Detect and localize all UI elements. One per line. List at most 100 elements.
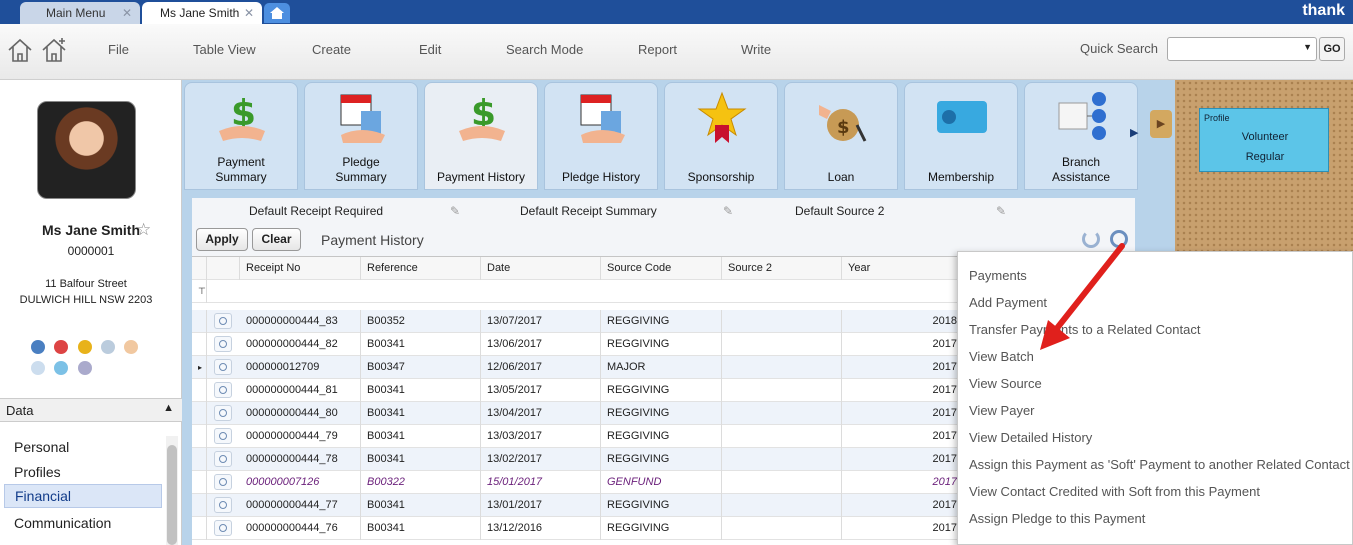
column-header[interactable]: Year bbox=[842, 257, 962, 280]
filter-icon[interactable]: ⊤ bbox=[192, 280, 207, 303]
data-section-header[interactable]: Data ▲ bbox=[0, 398, 182, 422]
tile-payment-history[interactable]: $ Payment History bbox=[424, 82, 538, 190]
home-icon[interactable] bbox=[6, 36, 34, 64]
edit-pencil-icon[interactable]: ✎ bbox=[996, 204, 1006, 218]
home-tab-icon[interactable] bbox=[264, 3, 290, 23]
menu-file[interactable]: File bbox=[108, 42, 129, 57]
profile-card[interactable]: Profile Volunteer Regular bbox=[1199, 108, 1329, 172]
loan-mini-icon[interactable] bbox=[101, 340, 116, 354]
view-record-icon[interactable] bbox=[214, 520, 232, 536]
money-hand-icon: $ bbox=[219, 93, 265, 141]
branch-mini-icon[interactable] bbox=[31, 361, 45, 375]
menu-create[interactable]: Create bbox=[312, 42, 351, 57]
nav-financial[interactable]: Financial bbox=[4, 484, 162, 508]
table-cell bbox=[722, 402, 842, 425]
context-menu-item[interactable]: Payments bbox=[969, 268, 1027, 283]
expand-handle-icon[interactable]: ▶ bbox=[1150, 110, 1172, 138]
tile-pledge-summary[interactable]: Pledge Summary bbox=[304, 82, 418, 190]
title-bar: Main Menu ✕ Ms Jane Smith ✕ thank bbox=[0, 0, 1353, 24]
view-record-icon[interactable] bbox=[214, 451, 232, 467]
context-menu-item[interactable]: View Source bbox=[969, 376, 1042, 391]
menu-table-view[interactable]: Table View bbox=[193, 42, 256, 57]
quick-search-select[interactable]: ▼ bbox=[1167, 37, 1317, 61]
row-selector[interactable] bbox=[192, 471, 207, 494]
table-cell: 2017 bbox=[842, 448, 962, 471]
row-selector[interactable] bbox=[192, 379, 207, 402]
chevron-up-icon[interactable]: ▲ bbox=[163, 402, 174, 414]
row-selector[interactable] bbox=[192, 333, 207, 356]
money-hand-icon: $ bbox=[459, 93, 505, 141]
view-record-icon[interactable] bbox=[214, 336, 232, 352]
payment-mini-icon[interactable] bbox=[31, 340, 45, 354]
nav-communication[interactable]: Communication bbox=[4, 512, 162, 536]
table-cell: B00322 bbox=[361, 471, 481, 494]
pledge-mini-icon[interactable] bbox=[54, 340, 69, 354]
close-icon[interactable]: ✕ bbox=[122, 2, 132, 24]
row-selector[interactable] bbox=[192, 448, 207, 471]
annotation-arrow bbox=[1040, 243, 1125, 350]
sponsorship-mini-icon[interactable] bbox=[77, 340, 92, 354]
membership-mini-icon[interactable] bbox=[124, 340, 139, 354]
table-cell: MAJOR bbox=[601, 356, 722, 379]
clear-button[interactable]: Clear bbox=[252, 228, 301, 251]
tile-branch-assistance[interactable]: Branch Assistance bbox=[1024, 82, 1138, 190]
view-record-icon[interactable] bbox=[214, 497, 232, 513]
defaults-bar: Default Receipt Required ✎ Default Recei… bbox=[192, 198, 1135, 224]
close-icon[interactable]: ✕ bbox=[244, 2, 254, 24]
table-cell: REGGIVING bbox=[601, 333, 722, 356]
menu-search-mode[interactable]: Search Mode bbox=[506, 42, 583, 57]
edit-pencil-icon[interactable]: ✎ bbox=[450, 204, 460, 218]
profile-card-label: Profile bbox=[1204, 113, 1230, 123]
row-selector[interactable] bbox=[192, 310, 207, 333]
tile-label: Loan bbox=[827, 170, 855, 184]
edit-pencil-icon[interactable]: ✎ bbox=[723, 204, 733, 218]
column-header[interactable]: Receipt No bbox=[240, 257, 361, 280]
apply-button[interactable]: Apply bbox=[196, 228, 248, 251]
menu-edit[interactable]: Edit bbox=[419, 42, 441, 57]
row-selector[interactable] bbox=[192, 425, 207, 448]
network-mini-icon[interactable] bbox=[77, 361, 92, 375]
scroll-right-icon[interactable]: ▶ bbox=[1130, 126, 1138, 139]
sidebar-scroll-thumb[interactable] bbox=[167, 445, 177, 545]
tile-payment-summary[interactable]: $ Payment Summary bbox=[184, 82, 298, 190]
tile-membership[interactable]: Membership bbox=[904, 82, 1018, 190]
context-menu-item[interactable]: View Batch bbox=[969, 349, 1034, 364]
column-header[interactable]: Date bbox=[481, 257, 601, 280]
card-mini-icon[interactable] bbox=[54, 361, 69, 375]
row-selector[interactable] bbox=[192, 402, 207, 425]
view-record-icon[interactable] bbox=[214, 359, 232, 375]
default-receipt: Default Receipt Required bbox=[249, 204, 384, 218]
view-record-icon[interactable] bbox=[214, 474, 232, 490]
menu-write[interactable]: Write bbox=[741, 42, 771, 57]
context-menu-item[interactable]: View Contact Credited with Soft from thi… bbox=[969, 484, 1260, 499]
context-menu-item[interactable]: View Payer bbox=[969, 403, 1035, 418]
nav-personal[interactable]: Personal bbox=[4, 436, 162, 460]
tab-jane-smith[interactable]: Ms Jane Smith ✕ bbox=[142, 2, 262, 24]
tile-label: Payment History bbox=[436, 170, 526, 184]
column-header[interactable]: Reference bbox=[361, 257, 481, 280]
view-record-icon[interactable] bbox=[214, 405, 232, 421]
column-header[interactable]: Source 2 bbox=[722, 257, 842, 280]
tile-sponsorship[interactable]: Sponsorship bbox=[664, 82, 778, 190]
go-button[interactable]: GO bbox=[1319, 37, 1345, 61]
table-cell: 000000000444_78 bbox=[240, 448, 361, 471]
context-menu-item[interactable]: View Detailed History bbox=[969, 430, 1092, 445]
context-menu-item[interactable]: Assign Pledge to this Payment bbox=[969, 511, 1145, 526]
tile-loan[interactable]: $ Loan bbox=[784, 82, 898, 190]
tab-main-menu[interactable]: Main Menu ✕ bbox=[20, 2, 140, 24]
nav-profiles[interactable]: Profiles bbox=[4, 461, 162, 485]
tile-pledge-history[interactable]: Pledge History bbox=[544, 82, 658, 190]
row-selector[interactable]: ▸ bbox=[192, 356, 207, 379]
view-record-icon[interactable] bbox=[214, 428, 232, 444]
star-icon[interactable]: ☆ bbox=[136, 220, 151, 240]
context-menu-item[interactable]: Assign this Payment as 'Soft' Payment to… bbox=[969, 457, 1350, 472]
row-selector[interactable] bbox=[192, 494, 207, 517]
add-home-icon[interactable] bbox=[40, 36, 68, 64]
view-record-icon[interactable] bbox=[214, 382, 232, 398]
contact-panel: Ms Jane Smith ☆ 0000001 11 Balfour Stree… bbox=[0, 80, 182, 545]
avatar bbox=[37, 101, 136, 199]
row-selector[interactable] bbox=[192, 517, 207, 540]
menu-report[interactable]: Report bbox=[638, 42, 677, 57]
view-record-icon[interactable] bbox=[214, 313, 232, 329]
column-header[interactable]: Source Code bbox=[601, 257, 722, 280]
